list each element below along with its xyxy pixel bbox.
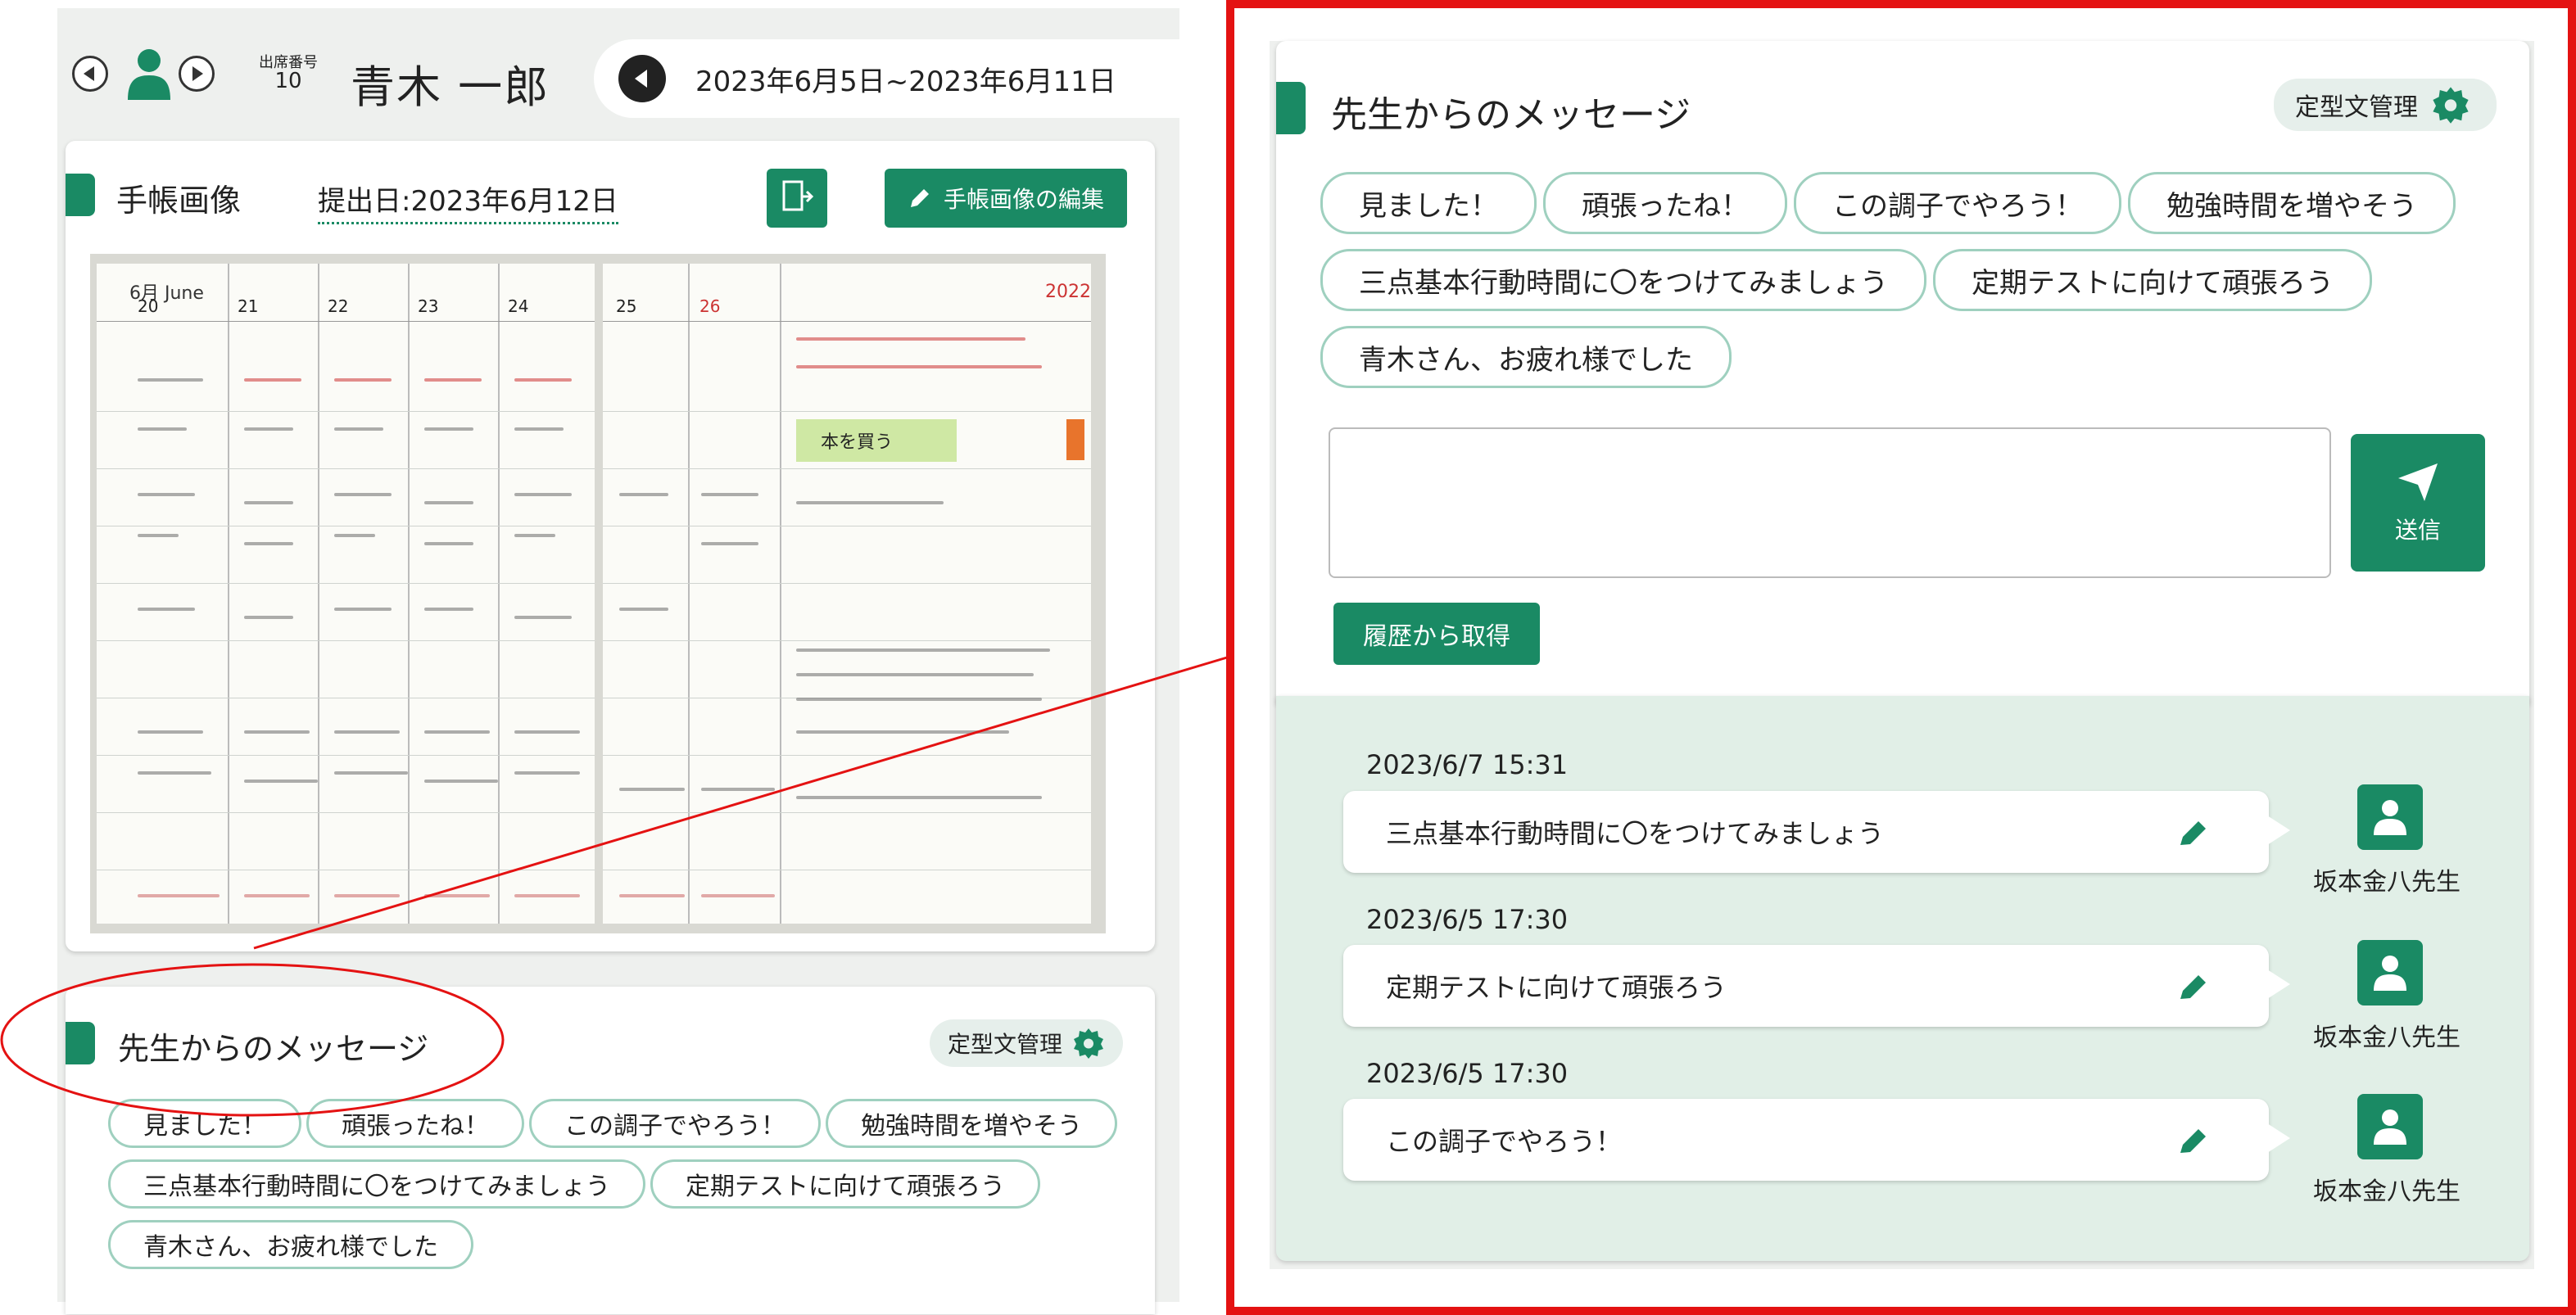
template-chip[interactable]: 定期テストに向けて頑張ろう [1933,249,2372,311]
teacher-avatar [2357,1094,2423,1159]
history-date: 2023/6/5 17:30 [1366,904,1569,935]
template-chip[interactable]: 三点基本行動時間に〇をつけてみましょう [1320,249,1926,311]
history-message: この調子でやろう！ [1386,1126,1623,1157]
edit-message-icon[interactable] [2175,971,2212,1001]
teacher-avatar [2357,784,2423,850]
template-chip[interactable]: 頑張ったね！ [1543,172,1787,234]
teacher-name: 坂本金八先生 [2313,1024,2461,1052]
history-message-bubble: 三点基本行動時間に〇をつけてみましょう [1343,791,2290,873]
template-management-label: 定型文管理 [2295,93,2418,122]
history-message-bubble: 定期テストに向けて頑張ろう [1343,945,2290,1027]
edit-message-icon[interactable] [2175,817,2212,847]
teacher-avatar-icon [2374,956,2406,991]
edit-message-icon[interactable] [2175,1125,2212,1155]
template-chip[interactable]: この調子でやろう！ [1794,172,2121,234]
teacher-avatar-icon [2374,1109,2406,1145]
teacher-avatar [2357,940,2423,1005]
message-input[interactable] [1329,427,2331,578]
teacher-name: 坂本金八先生 [2313,1177,2461,1206]
template-chip-list: 見ました！ 頑張ったね！ この調子でやろう！ 勉強時間を増やそう三点基本行動時間に〇を… [1320,172,2516,403]
teacher-name: 坂本金八先生 [2313,868,2461,897]
template-management-button[interactable]: 定型文管理 [2274,79,2497,131]
history-message: 定期テストに向けて頑張ろう [1386,972,1727,1003]
history-date: 2023/6/7 15:31 [1366,749,1569,780]
send-button[interactable]: 送信 [2351,434,2485,572]
fetch-history-button[interactable]: 履歴から取得 [1333,603,1540,665]
history-date: 2023/6/5 17:30 [1366,1058,1569,1089]
teacher-avatar-icon [2374,800,2406,835]
message-card-title: 先生からのメッセージ [1331,94,1691,136]
template-chip[interactable]: 見ました！ [1320,172,1537,234]
template-chip[interactable]: 勉強時間を増やそう [2128,172,2456,234]
history-message: 三点基本行動時間に〇をつけてみましょう [1386,818,1885,849]
send-label: 送信 [2394,517,2441,544]
accent-bar [1276,82,1306,134]
send-plane-icon [2398,463,2438,501]
gear-icon [2433,87,2469,124]
history-message-bubble: この調子でやろう！ [1343,1099,2290,1181]
template-chip[interactable]: 青木さん、お疲れ様でした [1320,326,1732,388]
